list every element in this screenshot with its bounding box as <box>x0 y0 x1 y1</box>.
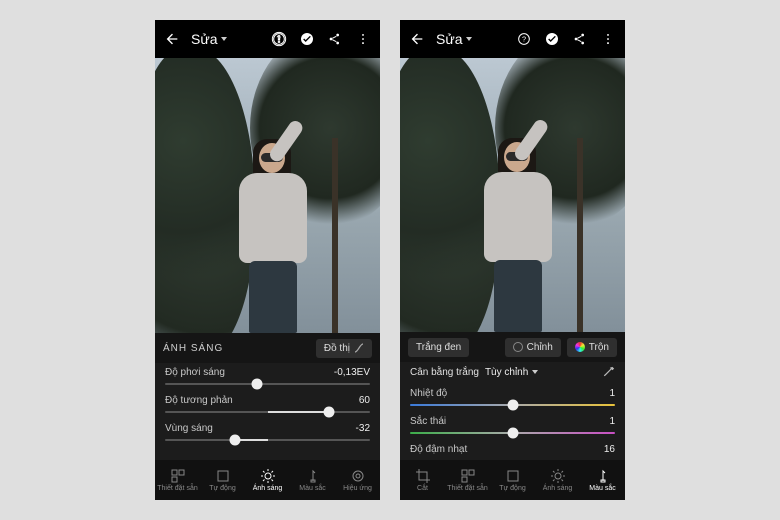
nav-light[interactable]: Ánh sáng <box>245 469 290 492</box>
confirm-icon[interactable] <box>543 30 561 48</box>
slider-vibrance[interactable]: Độ đậm nhạt16 <box>410 444 615 455</box>
nav-light[interactable]: Ánh sáng <box>535 469 580 492</box>
eyedropper-icon[interactable] <box>603 366 615 378</box>
photo-preview[interactable] <box>155 58 380 333</box>
phone-right: Sửa ? Trắng đen Chỉnh Trộn Cân bằng trắn… <box>400 20 625 500</box>
screen-title[interactable]: Sửa <box>436 31 472 47</box>
help-icon[interactable]: ? <box>270 30 288 48</box>
wb-label: Cân bằng trắng <box>410 367 479 378</box>
white-balance-row: Cân bằng trắng Tùy chỉnh <box>410 366 615 378</box>
help-icon[interactable]: ? <box>515 30 533 48</box>
svg-text:?: ? <box>276 35 281 44</box>
chevron-down-icon <box>221 37 227 41</box>
slider-contrast[interactable]: Độ tương phản60 <box>165 395 370 413</box>
nav-effects[interactable]: Hiệu ứng <box>335 469 380 492</box>
back-icon[interactable] <box>408 30 426 48</box>
bottom-nav: Thiết đặt sẵn Tự động Ánh sáng Màu sắc H… <box>155 460 380 500</box>
svg-text:?: ? <box>522 35 526 44</box>
nav-color[interactable]: Màu sắc <box>290 469 335 492</box>
top-bar: Sửa ? <box>155 20 380 58</box>
share-icon[interactable] <box>571 30 589 48</box>
adjust-button[interactable]: Chỉnh <box>505 338 561 357</box>
slider-temperature[interactable]: Nhiệt độ1 <box>410 388 615 406</box>
slider-exposure[interactable]: Độ phơi sáng-0,13EV <box>165 367 370 385</box>
section-title: ÁNH SÁNG <box>163 343 223 354</box>
wb-mode-dropdown[interactable]: Tùy chỉnh <box>485 367 538 378</box>
nav-auto[interactable]: Tự động <box>200 469 245 492</box>
slider-tint[interactable]: Sắc thái1 <box>410 416 615 434</box>
phone-left: Sửa ? ÁNH SÁNG Đồ thị Độ <box>155 20 380 500</box>
more-icon[interactable] <box>354 30 372 48</box>
screen-title[interactable]: Sửa <box>191 31 227 47</box>
adjust-panel-light: ÁNH SÁNG Đồ thị Độ phơi sáng-0,13EV Độ t… <box>155 333 380 500</box>
back-icon[interactable] <box>163 30 181 48</box>
more-icon[interactable] <box>599 30 617 48</box>
slider-highlights[interactable]: Vùng sáng-32 <box>165 423 370 441</box>
graph-button[interactable]: Đồ thị <box>316 339 372 358</box>
nav-crop[interactable]: Cắt <box>400 469 445 492</box>
mix-button[interactable]: Trộn <box>567 338 617 357</box>
bw-button[interactable]: Trắng đen <box>408 338 469 357</box>
nav-presets[interactable]: Thiết đặt sẵn <box>155 469 200 492</box>
adjust-panel-color: Trắng đen Chỉnh Trộn Cân bằng trắng Tùy … <box>400 332 625 500</box>
nav-presets[interactable]: Thiết đặt sẵn <box>445 469 490 492</box>
top-bar: Sửa ? <box>400 20 625 58</box>
confirm-icon[interactable] <box>298 30 316 48</box>
nav-auto[interactable]: Tự động <box>490 469 535 492</box>
photo-preview[interactable] <box>400 58 625 332</box>
share-icon[interactable] <box>326 30 344 48</box>
bottom-nav: Cắt Thiết đặt sẵn Tự động Ánh sáng Màu s… <box>400 460 625 500</box>
chevron-down-icon <box>466 37 472 41</box>
nav-color[interactable]: Màu sắc <box>580 469 625 492</box>
